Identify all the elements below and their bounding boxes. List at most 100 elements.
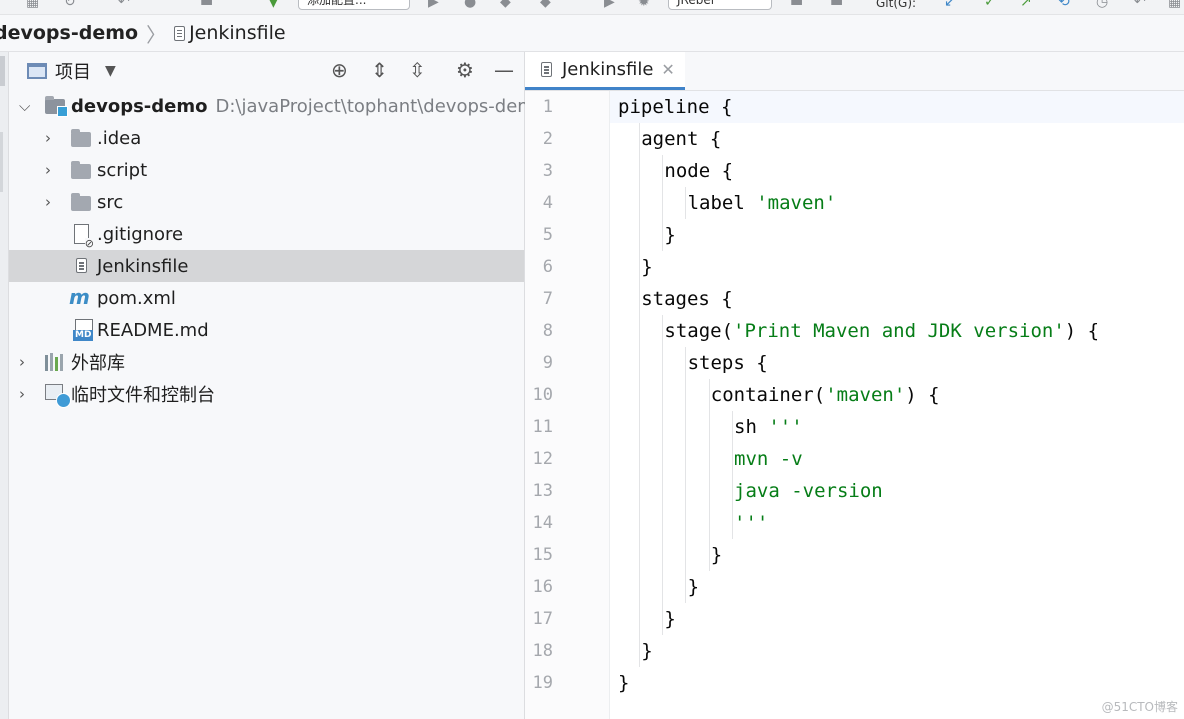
code-text: stage('Print Maven and JDK version') { (664, 315, 1099, 347)
code-text: mvn -v (734, 443, 803, 475)
indent-guide (662, 155, 664, 251)
tree-item-jenkinsfile[interactable]: Jenkinsfile (9, 250, 524, 282)
code-text: container('maven') { (711, 379, 940, 411)
chevron-right-icon[interactable]: › (19, 353, 25, 371)
tree-item-readme[interactable]: MD README.md (9, 314, 524, 346)
module-name: devops-demo (71, 95, 208, 117)
user-icon[interactable]: ▬ (790, 0, 803, 10)
debug-icon[interactable]: ● (464, 0, 476, 10)
jrebel-dropdown[interactable]: JRebel (668, 0, 772, 10)
tree-item-label: 临时文件和控制台 (71, 385, 215, 406)
code-line[interactable]: } (610, 603, 1184, 635)
chevron-right-icon[interactable]: › (45, 161, 51, 179)
jrebel-run-icon[interactable]: ▶ (604, 0, 615, 10)
code-token: agent { (641, 128, 722, 150)
main-toolbar: ▦ ↻ ↶ ▬ ▼ 添加配置... ▶ ● ◆ ◆ ▶ ✹ JRebel ▬ ▬… (0, 0, 1184, 15)
tree-item-scratches[interactable]: › 临时文件和控制台 (9, 378, 524, 410)
run-icon[interactable]: ▶ (428, 0, 439, 10)
coverage-icon[interactable]: ◆ (500, 0, 511, 10)
code-line[interactable]: mvn -v (610, 443, 1184, 475)
line-number: 17 (532, 609, 553, 629)
code-line[interactable]: steps { (610, 347, 1184, 379)
tree-item-external-libraries[interactable]: › 外部库 (9, 346, 524, 378)
code-line[interactable]: stages { (610, 283, 1184, 315)
code-line[interactable]: } (610, 219, 1184, 251)
tree-item-gitignore[interactable]: .gitignore (9, 218, 524, 250)
structure-tool-window-button[interactable] (0, 132, 3, 192)
code-line[interactable]: label 'maven' (610, 187, 1184, 219)
code-line[interactable]: ''' (610, 507, 1184, 539)
chevron-right-icon[interactable]: › (45, 129, 51, 147)
jrebel-debug-icon[interactable]: ✹ (638, 0, 650, 10)
code-text: stages { (641, 283, 733, 315)
project-window-icon (27, 63, 47, 79)
run-config-dropdown[interactable]: 添加配置... (298, 0, 410, 10)
tree-item-label: src (97, 191, 124, 213)
project-tool-window-button[interactable] (0, 56, 5, 86)
back-icon[interactable]: ↶ (118, 0, 130, 10)
project-panel-header: 项目 ▼ ⊕ ⇕ ⇳ ⚙ — (9, 52, 524, 90)
code-line[interactable]: } (610, 539, 1184, 571)
folder-icon (71, 161, 91, 179)
code-line[interactable]: java -version (610, 475, 1184, 507)
code-line[interactable]: pipeline { (610, 91, 1184, 123)
chevron-right-icon[interactable]: › (19, 385, 25, 403)
minimize-icon[interactable]: — (494, 60, 514, 80)
build-icon[interactable]: ▬ (200, 0, 213, 10)
code-line[interactable]: } (610, 635, 1184, 667)
project-panel-title[interactable]: 项目 (55, 58, 91, 84)
rollback-icon[interactable]: ↶ (1134, 0, 1146, 10)
collapse-all-icon[interactable]: ⇳ (409, 60, 426, 80)
code-line[interactable]: sh ''' (610, 411, 1184, 443)
code-token: } (710, 544, 723, 566)
update-project-icon[interactable]: ↙ (944, 0, 956, 10)
tree-item-devops-demo[interactable]: ⌵ devops-demo D:\javaProject\tophant\devo… (9, 90, 546, 122)
close-icon[interactable]: ✕ (661, 60, 674, 79)
code-line[interactable]: stage('Print Maven and JDK version') { (610, 315, 1184, 347)
push-icon[interactable]: ↗ (1020, 0, 1032, 10)
breadcrumb-file[interactable]: Jenkinsfile (189, 22, 286, 44)
chevron-down-icon[interactable]: ⌵ (19, 97, 30, 115)
git-history-icon[interactable]: ⟲ (1058, 0, 1070, 10)
commit-icon[interactable]: ✓ (984, 0, 996, 10)
text-file-icon (541, 62, 552, 77)
code-token: stage( (664, 320, 734, 342)
breadcrumb-project[interactable]: devops-demo (0, 22, 138, 44)
tree-item-script[interactable]: › script (9, 154, 524, 186)
chevron-down-icon[interactable]: ▼ (105, 63, 116, 79)
code-line[interactable]: } (610, 251, 1184, 283)
expand-all-icon[interactable]: ⇕ (371, 60, 388, 80)
history-icon[interactable]: ◷ (1096, 0, 1108, 10)
code-token: container( (710, 384, 826, 406)
tree-item-label-devops-demo: devops-demo D:\javaProject\tophant\devops… (71, 96, 546, 117)
gitignore-file-icon (74, 224, 94, 249)
tree-item-label: README.md (97, 319, 209, 341)
profile-icon[interactable]: ◆ (540, 0, 551, 10)
text-file-icon (76, 258, 87, 273)
code-line[interactable]: agent { (610, 123, 1184, 155)
tree-item-pom[interactable]: m pom.xml (9, 282, 524, 314)
stop-icon[interactable]: ▬ (830, 0, 843, 10)
layout-icon[interactable]: ▦ (26, 0, 39, 10)
markdown-badge: MD (73, 330, 94, 341)
string-literal: 'maven' (825, 384, 906, 406)
tree-item-src[interactable]: › src (9, 186, 524, 218)
gear-icon[interactable]: ⚙ (456, 60, 474, 80)
indent-guide (662, 315, 664, 635)
line-number: 6 (542, 257, 553, 277)
refresh-icon[interactable]: ↻ (64, 0, 76, 10)
locate-file-icon[interactable]: ⊕ (331, 60, 348, 80)
code-line[interactable]: } (610, 571, 1184, 603)
markdown-file-icon: MD (73, 319, 94, 341)
tree-item-idea[interactable]: › .idea (9, 122, 524, 154)
hammer-icon[interactable]: ▼ (268, 0, 279, 10)
tab-jenkinsfile[interactable]: Jenkinsfile ✕ (525, 52, 685, 90)
code-line[interactable]: container('maven') { (610, 379, 1184, 411)
code-line[interactable]: node { (610, 155, 1184, 187)
code-token: stages { (641, 288, 733, 310)
code-area[interactable]: pipeline { agent { node {label 'maven'}} st… (610, 91, 1184, 719)
code-line[interactable]: } (610, 667, 1184, 699)
chevron-right-icon[interactable]: › (45, 193, 51, 211)
line-number: 1 (542, 97, 553, 117)
search-everywhere-icon[interactable]: ▦ (1168, 0, 1181, 10)
